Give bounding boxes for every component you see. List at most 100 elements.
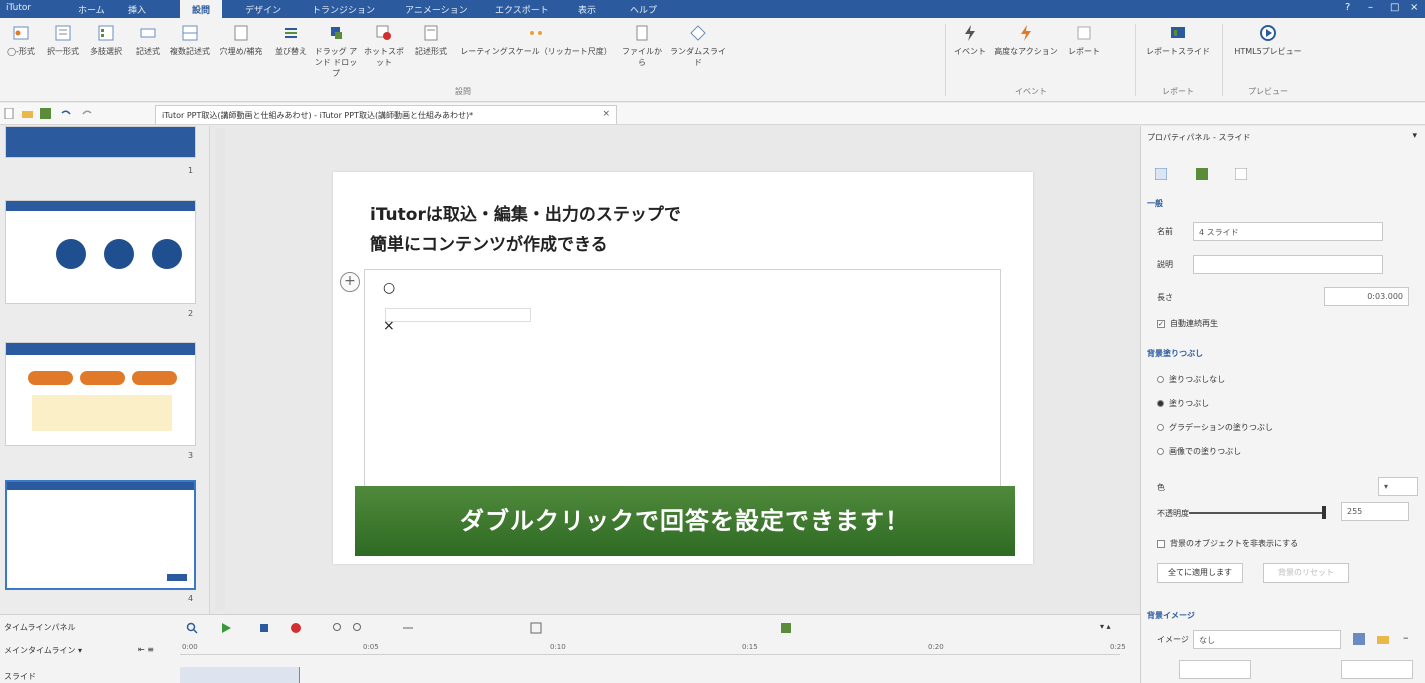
- reset-background-button[interactable]: 背景のリセット: [1263, 563, 1349, 583]
- tab-itutor[interactable]: iTutor: [6, 3, 31, 13]
- new-file-icon[interactable]: [4, 108, 15, 119]
- fill-option-image[interactable]: 画像での塗りつぶし: [1157, 446, 1241, 457]
- multi-text-button[interactable]: 複数記述式: [170, 24, 210, 94]
- transparency-slider-thumb[interactable]: [1322, 506, 1326, 519]
- drag-drop-button[interactable]: ドラッグ アンド ドロップ: [314, 24, 358, 94]
- close-window-icon[interactable]: ×: [1410, 2, 1418, 13]
- hotspot-button[interactable]: ホットスポット: [362, 24, 406, 94]
- image-folder-icon[interactable]: [1377, 633, 1389, 645]
- image-remove-icon[interactable]: –: [1403, 631, 1409, 644]
- document-tab[interactable]: iTutor PPT取込(講師動画と仕組みあわせ) - iTutor PPT取込…: [155, 105, 617, 124]
- tab-insert[interactable]: 挿入: [128, 3, 146, 16]
- help-icon[interactable]: ?: [1345, 2, 1350, 13]
- random-slide-button[interactable]: ランダムスライド: [668, 24, 728, 94]
- move-handle-icon[interactable]: +: [340, 272, 360, 292]
- zoom-out-icon[interactable]: [352, 622, 364, 634]
- tab-animation[interactable]: アニメーション: [405, 3, 468, 16]
- event-icon: [965, 25, 975, 41]
- record-icon[interactable]: [290, 622, 302, 634]
- slide-thumbnail-1[interactable]: [5, 126, 196, 158]
- fill-blank-button[interactable]: 穴埋め/補充: [214, 24, 268, 94]
- play-icon[interactable]: [220, 622, 232, 634]
- section-general[interactable]: 一般: [1147, 198, 1163, 209]
- color-picker[interactable]: ▾: [1378, 477, 1418, 496]
- grid-props-icon[interactable]: [1196, 168, 1208, 180]
- minimize-icon[interactable]: –: [1368, 2, 1373, 13]
- image-x-field[interactable]: [1179, 660, 1251, 679]
- autoplay-checkbox[interactable]: ✓ 自動連続再生: [1157, 318, 1218, 329]
- hide-objects-checkbox[interactable]: 背景のオブジェクトを非表示にする: [1157, 538, 1298, 549]
- tab-question[interactable]: 設問: [180, 0, 223, 18]
- report-slide-button[interactable]: レポートスライド: [1138, 24, 1218, 94]
- duration-field[interactable]: 0:03.000: [1324, 287, 1409, 306]
- multi-choice-button[interactable]: 多肢選択: [86, 24, 126, 94]
- apply-all-button[interactable]: 全てに適用します: [1157, 563, 1243, 583]
- fill-option-none[interactable]: 塗りつぶしなし: [1157, 374, 1225, 385]
- timeline-more-icon[interactable]: ▾ ▴: [1100, 622, 1111, 634]
- question-box[interactable]: ○ ×: [364, 269, 1001, 491]
- rating-scale-button[interactable]: レーティングスケール（リッカート尺度）: [456, 24, 616, 94]
- zoom-in-icon[interactable]: [332, 622, 344, 634]
- image-field[interactable]: なし: [1193, 630, 1341, 649]
- transparency-label: 不透明度: [1157, 509, 1189, 518]
- name-field[interactable]: 4 スライド: [1193, 222, 1383, 241]
- event-button[interactable]: イベント: [950, 24, 990, 94]
- ruler-tick: 0:00: [182, 643, 198, 651]
- text-entry-button[interactable]: 記述式: [130, 24, 166, 94]
- image-settings-icon[interactable]: [1353, 633, 1365, 645]
- advanced-action-button[interactable]: 高度なアクション: [994, 24, 1058, 94]
- close-tab-icon[interactable]: ×: [602, 109, 610, 119]
- from-file-button[interactable]: ファイルから: [620, 24, 664, 94]
- description-field[interactable]: [1193, 255, 1383, 274]
- timeline-track[interactable]: [180, 667, 300, 683]
- redo-icon[interactable]: [82, 108, 93, 119]
- slide-thumbnail-2[interactable]: [5, 200, 196, 304]
- hotspot-icon: [376, 25, 391, 40]
- fill-option-gradient[interactable]: グラデーションの塗りつぶし: [1157, 422, 1273, 433]
- transparency-field[interactable]: 255: [1341, 502, 1409, 521]
- transparency-slider[interactable]: [1189, 512, 1324, 514]
- tab-help[interactable]: ヘルプ: [630, 3, 657, 16]
- cross-option-icon[interactable]: ×: [383, 318, 395, 334]
- image-y-field[interactable]: [1341, 660, 1413, 679]
- timeline-ruler: 0:00 0:05 0:10 0:15 0:20 0:25: [180, 641, 1126, 655]
- single-choice-button[interactable]: 択一形式: [44, 24, 82, 94]
- single-choice-icon: [55, 25, 71, 41]
- option-text-field[interactable]: [385, 308, 531, 322]
- slide-thumbnail-panel: 1 2 3 4: [0, 126, 210, 614]
- html5-preview-button[interactable]: HTML5プレビュー: [1226, 24, 1310, 94]
- green-block-icon[interactable]: [780, 622, 792, 634]
- layout-props-icon[interactable]: [1235, 168, 1247, 180]
- tab-export[interactable]: エクスポート: [495, 3, 549, 16]
- circle-form-button[interactable]: ◯-形式: [2, 24, 40, 94]
- search-icon[interactable]: [186, 622, 198, 634]
- slide-props-icon[interactable]: [1155, 168, 1167, 180]
- section-background-image[interactable]: 背景イメージ: [1147, 610, 1195, 621]
- undo-icon[interactable]: [60, 108, 71, 119]
- slide-thumbnail-3[interactable]: [5, 342, 196, 446]
- tab-transition[interactable]: トランジション: [312, 3, 375, 16]
- save-icon[interactable]: [40, 108, 51, 119]
- panel-menu-icon[interactable]: ▾: [1412, 131, 1417, 141]
- ribbon-separator: [1135, 24, 1136, 96]
- fill-option-solid[interactable]: 塗りつぶし: [1157, 398, 1209, 409]
- sequence-button[interactable]: 並び替え: [272, 24, 310, 94]
- thumbnail-scrollbar[interactable]: [215, 128, 225, 610]
- slide-title: iTutorは取込・編集・出力のステップで 簡単にコンテンツが作成できる: [370, 205, 681, 255]
- section-background-fill[interactable]: 背景塗りつぶし: [1147, 348, 1203, 359]
- circle-option-icon[interactable]: ○: [383, 280, 395, 296]
- layout-icon[interactable]: [530, 622, 542, 634]
- timeline-collapse-icon[interactable]: ⇤ ≡: [138, 645, 154, 654]
- tab-view[interactable]: 表示: [578, 3, 596, 16]
- main-timeline-select[interactable]: メインタイムライン ▾: [4, 645, 82, 656]
- slide-thumbnail-4[interactable]: [5, 480, 196, 590]
- open-folder-icon[interactable]: [22, 108, 33, 119]
- tab-design[interactable]: デザイン: [245, 3, 281, 16]
- report-button[interactable]: レポート: [1062, 24, 1106, 94]
- stop-icon[interactable]: [258, 622, 270, 634]
- answer-setting-button[interactable]: ダブルクリックで回答を設定できます！: [355, 486, 1015, 556]
- essay-button[interactable]: 記述形式: [410, 24, 452, 94]
- maximize-icon[interactable]: □: [1390, 2, 1399, 13]
- align-icon[interactable]: [402, 622, 414, 634]
- tab-home[interactable]: ホーム: [78, 3, 105, 16]
